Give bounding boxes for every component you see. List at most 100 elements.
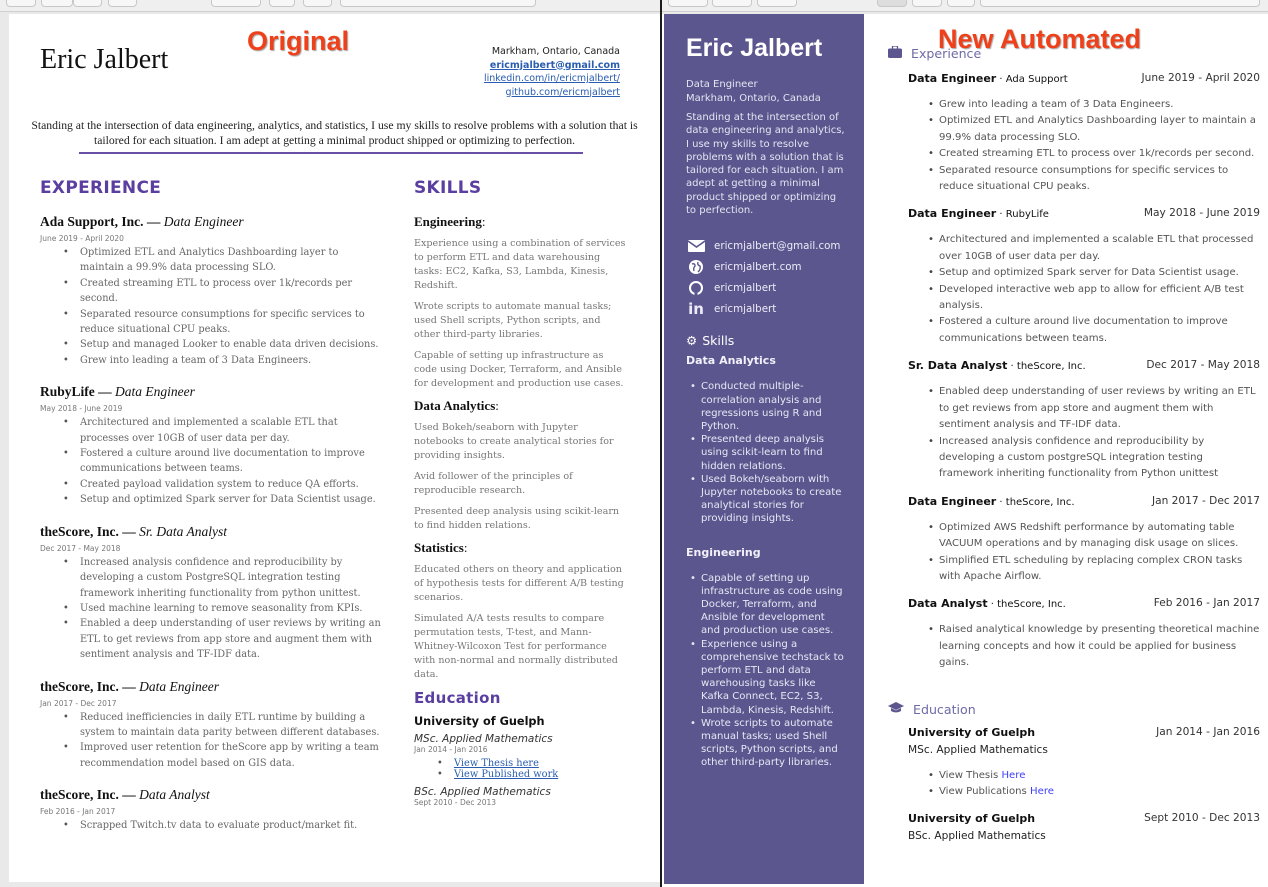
education-heading: University of Guelph Sept 2010 - Dec 2013 [908, 812, 1260, 825]
toolbar-button[interactable] [73, 0, 102, 7]
job-entry: theScore, Inc. — Data Engineer Jan 2017 -… [40, 679, 385, 772]
list-item: Used Bokeh/seaborn with Jupyter notebook… [690, 473, 844, 526]
skill-item: Presented deep analysis using scikit-lea… [414, 506, 620, 531]
job-bullets: Increased analysis confidence and reprod… [40, 555, 385, 663]
list-item: Optimized AWS Redshift performance by au… [928, 520, 1260, 553]
toolbar-button[interactable] [211, 0, 261, 7]
company-name: theScore, Inc. [40, 523, 119, 539]
company-name: RubyLife [40, 384, 95, 400]
toolbar-search-field[interactable] [340, 0, 536, 7]
school-name: University of Guelph [908, 812, 1036, 826]
skill-item: Used Bokeh/seaborn with Jupyter notebook… [414, 422, 614, 461]
toolbar-button[interactable] [947, 0, 975, 7]
job-dates: June 2019 - April 2020 [40, 234, 124, 243]
company-name: · RubyLife [996, 209, 1049, 221]
list-item: Fostered a culture around live documenta… [63, 446, 385, 477]
education-dates: Jan 2014 - Jan 2016 [1156, 725, 1260, 738]
toolbar-button[interactable] [912, 0, 942, 7]
graduation-cap-icon [888, 701, 904, 717]
job-dates: Jan 2017 - Dec 2017 [40, 698, 117, 708]
contact-linkedin[interactable]: in ericmjalbert [686, 298, 864, 319]
contact-website[interactable]: ericmjalbert.com [686, 256, 864, 277]
job-title-org: Sr. Data Analyst · theScore, Inc. [908, 359, 1086, 372]
company-name: · Ada Support [996, 74, 1068, 85]
gears-icon: ⚙ [686, 333, 698, 349]
toolbar-button[interactable] [668, 0, 708, 7]
degree-bsc: BSc. Applied Mathematics [414, 786, 551, 798]
list-item: Created streaming ETL to process over 1k… [928, 146, 1260, 163]
list-item: Setup and optimized Spark server for Dat… [928, 265, 1260, 282]
toolbar-button[interactable] [757, 0, 797, 7]
toolbar-button[interactable] [41, 0, 73, 7]
toolbar-button[interactable] [6, 0, 36, 7]
linkedin-link[interactable]: linkedin.com/in/ericmjalbert/ [484, 72, 620, 86]
list-item: Fostered a culture around live documenta… [928, 314, 1260, 347]
list-item: Setup and managed Looker to enable data … [63, 337, 385, 353]
toolbar-search-field[interactable] [980, 0, 1260, 7]
published-work-link[interactable]: View Published work [454, 769, 558, 780]
job-dates: June 2019 - April 2020 [1141, 72, 1261, 84]
list-item: Optimized ETL and Analytics Dashboarding… [63, 245, 385, 276]
skills-column: Engineering: Experience using a combinati… [414, 214, 629, 811]
contact-github[interactable]: ericmjalbert [686, 277, 864, 298]
job-role: Sr. Data Analyst [908, 359, 1008, 373]
envelope-icon [686, 239, 706, 252]
sidebar: Eric Jalbert Data Engineer Markham, Onta… [664, 14, 864, 884]
list-item: Capable of setting up infrastructure as … [690, 572, 844, 638]
list-item: Separated resource consumptions for spec… [63, 307, 385, 338]
right-toolbar [662, 0, 1268, 12]
location: Markham, Ontario, Canada [686, 92, 821, 104]
thesis-link[interactable]: View Thesis here [454, 758, 539, 769]
skill-bullets: Capable of setting up infrastructure as … [686, 572, 844, 770]
job-heading: Data Engineer · RubyLife May 2018 - June … [908, 207, 1260, 220]
job-entry: Data Engineer · RubyLife May 2018 - June … [908, 207, 1260, 347]
toolbar-button[interactable] [712, 0, 752, 7]
job-entry: Ada Support, Inc. — Data Engineer June 20… [40, 214, 385, 369]
skill-item: Experience using a combination of servic… [414, 238, 626, 291]
resume-name: Eric Jalbert [40, 44, 169, 75]
globe-icon [686, 259, 706, 274]
list-item: Used machine learning to remove seasonal… [63, 601, 385, 617]
job-bullets: Grew into leading a team of 3 Data Engin… [908, 97, 1260, 195]
list-item: Setup and optimized Spark server for Dat… [63, 492, 385, 508]
job-dates: May 2018 - June 2019 [40, 404, 123, 414]
job-entry: Data Analyst · theScore, Inc. Feb 2016 - … [908, 597, 1260, 671]
list-item: View Thesis Here [928, 768, 1260, 785]
job-dates: Dec 2017 - May 2018 [40, 543, 121, 553]
job-entry: Data Engineer · Ada Support June 2019 - A… [908, 72, 1260, 195]
here-link[interactable]: Here [1001, 770, 1025, 781]
job-role: Data Analyst [908, 597, 988, 611]
skill-category: Engineering: [414, 214, 486, 229]
job-entry: Data Engineer · theScore, Inc. Jan 2017 -… [908, 495, 1260, 586]
job-title-org: Data Engineer · Ada Support [908, 72, 1068, 85]
job-bullets: Scrapped Twitch.tv data to evaluate prod… [40, 818, 385, 834]
job-role: Data Engineer [163, 214, 244, 229]
degree: BSc. Applied Mathematics [908, 830, 1046, 843]
education-links: View Thesis here View Published work [414, 758, 629, 780]
degree-msc: MSc. Applied Mathematics [414, 733, 553, 745]
job-title-org: Data Engineer · theScore, Inc. [908, 495, 1075, 508]
original-resume: Eric Jalbert Markham, Ontario, Canada er… [9, 14, 660, 882]
list-item: Increased analysis confidence and reprod… [63, 555, 385, 601]
toolbar-button[interactable] [269, 0, 295, 7]
contact-email[interactable]: ericmjalbert@gmail.com [686, 235, 864, 256]
toolbar-button[interactable] [303, 0, 332, 7]
toolbar-button[interactable] [877, 0, 907, 7]
divider-rule [79, 152, 583, 154]
job-bullets: Raised analytical knowledge by presentin… [908, 622, 1260, 671]
job-role: Data Engineer [908, 207, 997, 221]
toolbar-button[interactable] [108, 0, 137, 7]
email-link[interactable]: ericmjalbert@gmail.com [484, 59, 620, 73]
list-item: Grew into leading a team of 3 Data Engin… [928, 97, 1260, 114]
experience-heading: EXPERIENCE [40, 178, 162, 198]
job-heading: theScore, Inc. — Sr. Data Analyst [40, 523, 228, 539]
job-dates: May 2018 - June 2019 [1143, 207, 1260, 220]
github-link[interactable]: github.com/ericmjalbert [484, 86, 620, 100]
experience-list: Ada Support, Inc. — Data Engineer June 20… [40, 214, 385, 850]
contact-block: Markham, Ontario, Canada ericmjalbert@gm… [484, 45, 620, 99]
automated-label: New Automated [938, 24, 1142, 54]
here-link[interactable]: Here [1030, 786, 1054, 797]
job-title: Data Engineer [686, 79, 758, 90]
job-dates: Feb 2016 - Jan 2017 [40, 807, 116, 817]
list-item: Raised analytical knowledge by presentin… [928, 622, 1260, 671]
